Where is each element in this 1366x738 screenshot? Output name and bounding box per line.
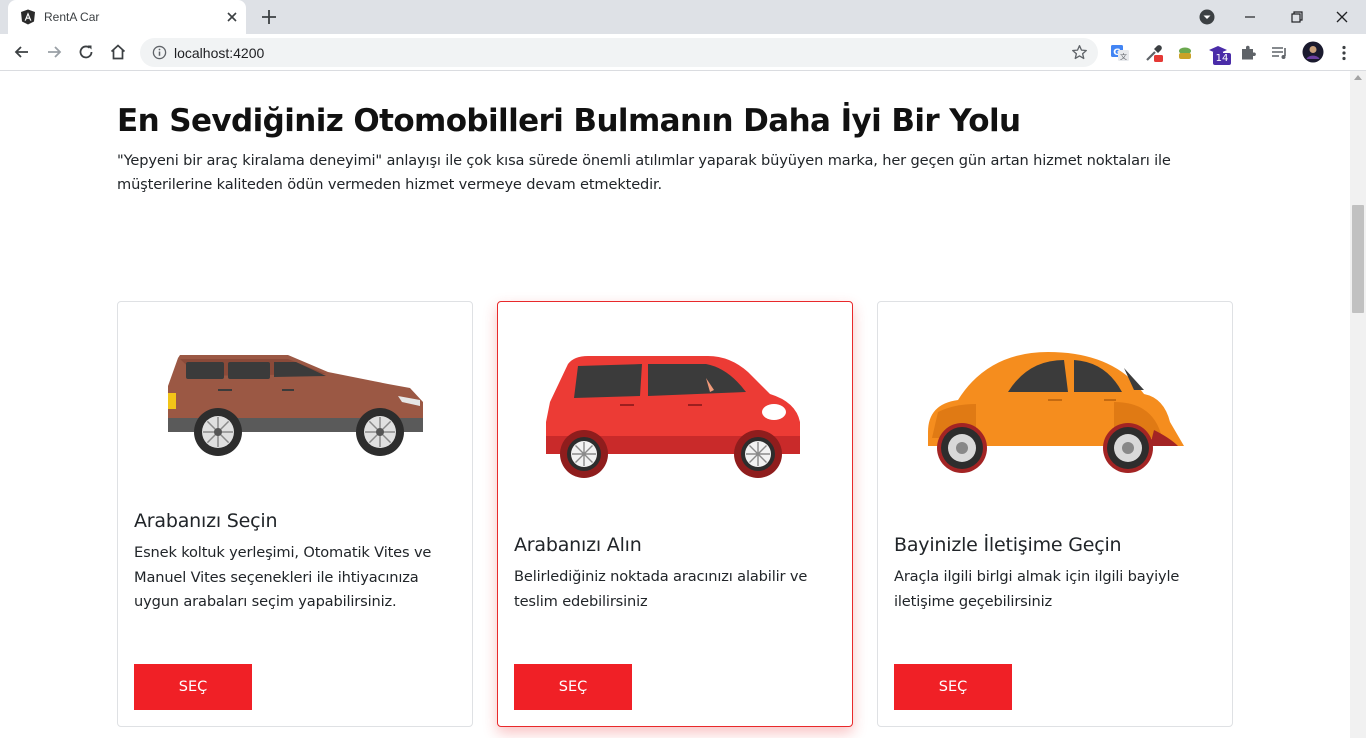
home-icon[interactable]: [108, 42, 128, 62]
page-lead-text: "Yepyeni bir araç kiralama deneyimi" anl…: [117, 152, 1171, 193]
close-tab-icon[interactable]: [224, 9, 240, 25]
card-title: Arabanızı Seçin: [134, 510, 278, 532]
tab-strip: RentA Car: [0, 0, 1366, 34]
extensions-puzzle-icon[interactable]: [1238, 43, 1258, 63]
address-bar[interactable]: localhost:4200: [140, 38, 1098, 67]
scroll-up-arrow-icon[interactable]: [1354, 75, 1362, 80]
select-button-1[interactable]: SEÇ: [134, 664, 252, 710]
close-window-icon[interactable]: [1331, 6, 1353, 28]
svg-text:文: 文: [1120, 52, 1127, 61]
feature-card-pick-up-car: Arabanızı Alın Belirlediğiniz noktada ar…: [497, 301, 853, 727]
page-scrollbar[interactable]: [1350, 71, 1366, 738]
card-title: Bayinizle İletişime Geçin: [894, 534, 1122, 556]
scrollbar-thumb[interactable]: [1352, 205, 1364, 313]
page-viewport: En Sevdiğiniz Otomobilleri Bulmanın Daha…: [0, 71, 1350, 738]
tab-search-icon[interactable]: [1196, 6, 1218, 28]
minimize-icon[interactable]: [1239, 6, 1261, 28]
select-button-3[interactable]: SEÇ: [894, 664, 1012, 710]
red-hatchback-illustration: [546, 356, 800, 478]
card-description: Esnek koltuk yerleşimi, Otomatik Vites v…: [134, 544, 432, 610]
brown-suv-illustration: [168, 355, 423, 456]
orange-beetle-illustration: [928, 352, 1184, 473]
card-description: Araçla ilgili birlgi almak için ilgili b…: [894, 568, 1180, 610]
media-control-icon[interactable]: [1270, 43, 1290, 63]
bookmark-star-icon[interactable]: [1071, 44, 1088, 61]
reload-icon[interactable]: [76, 42, 96, 62]
restore-icon[interactable]: [1286, 6, 1308, 28]
browser-toolbar: localhost:4200 G 文 14: [0, 34, 1366, 71]
angular-logo-icon: [21, 9, 35, 25]
plant-extension-icon[interactable]: [1175, 43, 1195, 63]
browser-tab[interactable]: RentA Car: [8, 0, 246, 34]
profile-avatar-icon[interactable]: [1302, 41, 1324, 63]
page-headline: En Sevdiğiniz Otomobilleri Bulmanın Daha…: [117, 103, 1021, 139]
back-icon[interactable]: [12, 42, 32, 62]
url-text[interactable]: localhost:4200: [174, 45, 264, 61]
feature-card-contact-dealer: Bayinizle İletişime Geçin Araçla ilgili …: [877, 301, 1233, 727]
site-info-icon[interactable]: [152, 45, 167, 60]
color-picker-extension-icon[interactable]: [1144, 43, 1164, 63]
extension-badge: 14: [1213, 53, 1231, 65]
forward-icon[interactable]: [44, 42, 64, 62]
select-button-2[interactable]: SEÇ: [514, 664, 632, 710]
google-translate-icon[interactable]: G 文: [1110, 43, 1130, 63]
card-title: Arabanızı Alın: [514, 534, 642, 556]
feature-card-choose-car: Arabanızı Seçin Esnek koltuk yerleşimi, …: [117, 301, 473, 727]
tab-title: RentA Car: [44, 10, 100, 24]
card-description: Belirlediğiniz noktada aracınızı alabili…: [514, 568, 808, 610]
more-menu-icon[interactable]: [1334, 43, 1354, 63]
new-tab-icon[interactable]: [259, 7, 279, 27]
